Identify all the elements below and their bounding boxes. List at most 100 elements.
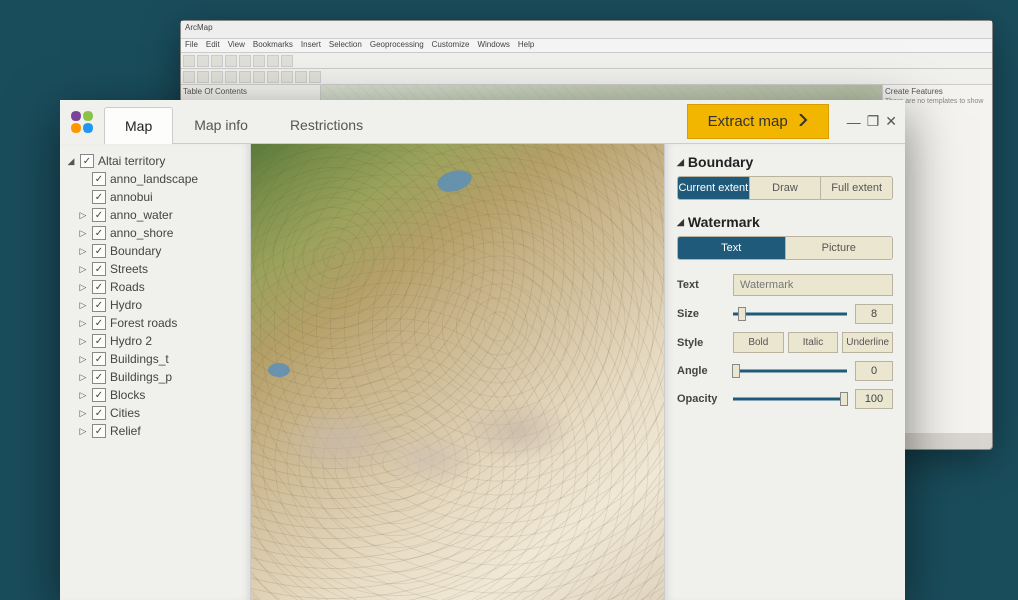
menu-windows[interactable]: Windows: [477, 40, 509, 51]
size-value[interactable]: 8: [855, 304, 893, 324]
map-preview[interactable]: [250, 144, 665, 600]
toolbar-button[interactable]: [197, 55, 209, 67]
opacity-value[interactable]: 100: [855, 389, 893, 409]
tree-item[interactable]: ▷✓Blocks: [64, 386, 246, 404]
angle-value[interactable]: 0: [855, 361, 893, 381]
expand-icon[interactable]: ▷: [78, 228, 88, 239]
checkbox[interactable]: ✓: [92, 370, 106, 384]
tree-item[interactable]: ▷✓anno_shore: [64, 224, 246, 242]
checkbox[interactable]: ✓: [80, 154, 94, 168]
expand-icon[interactable]: ▷: [78, 246, 88, 257]
tree-root[interactable]: ◢ ✓ Altai territory: [64, 152, 246, 170]
maximize-icon[interactable]: ❐: [867, 113, 880, 130]
expand-icon[interactable]: ▷: [78, 282, 88, 293]
toolbar-button[interactable]: [309, 71, 321, 83]
toolbar-button[interactable]: [267, 55, 279, 67]
toolbar-button[interactable]: [197, 71, 209, 83]
menu-selection[interactable]: Selection: [329, 40, 362, 51]
tree-item[interactable]: ✓ anno_landscape: [64, 170, 246, 188]
checkbox[interactable]: ✓: [92, 172, 106, 186]
expand-icon[interactable]: ▷: [78, 354, 88, 365]
tree-item[interactable]: ▷✓Cities: [64, 404, 246, 422]
checkbox[interactable]: ✓: [92, 226, 106, 240]
expand-icon[interactable]: ▷: [78, 318, 88, 329]
style-italic[interactable]: Italic: [788, 332, 839, 353]
toolbar-button[interactable]: [281, 55, 293, 67]
opacity-slider[interactable]: [733, 391, 847, 407]
menu-bookmarks[interactable]: Bookmarks: [253, 40, 293, 51]
style-bold[interactable]: Bold: [733, 332, 784, 353]
tab-map[interactable]: Map: [104, 107, 173, 144]
checkbox[interactable]: ✓: [92, 424, 106, 438]
expand-icon[interactable]: ▷: [78, 390, 88, 401]
extract-map-button[interactable]: Extract map: [687, 104, 829, 139]
boundary-current-extent[interactable]: Current extent: [678, 177, 749, 199]
toolbar-button[interactable]: [211, 55, 223, 67]
checkbox[interactable]: ✓: [92, 262, 106, 276]
expand-icon[interactable]: ▷: [78, 426, 88, 437]
watermark-section-header[interactable]: ◢ Watermark: [677, 214, 893, 230]
expand-icon[interactable]: ▷: [78, 408, 88, 419]
watermark-text-input[interactable]: [733, 274, 893, 296]
expand-icon[interactable]: ▷: [78, 300, 88, 311]
checkbox[interactable]: ✓: [92, 406, 106, 420]
toolbar-button[interactable]: [239, 71, 251, 83]
tab-restrictions[interactable]: Restrictions: [269, 106, 384, 143]
collapse-icon[interactable]: ◢: [66, 156, 76, 167]
toolbar-button[interactable]: [267, 71, 279, 83]
tree-item[interactable]: ▷✓Buildings_p: [64, 368, 246, 386]
menu-file[interactable]: File: [185, 40, 198, 51]
checkbox[interactable]: ✓: [92, 280, 106, 294]
tree-item[interactable]: ✓ annobui: [64, 188, 246, 206]
checkbox[interactable]: ✓: [92, 190, 106, 204]
checkbox[interactable]: ✓: [92, 352, 106, 366]
boundary-full-extent[interactable]: Full extent: [820, 177, 892, 199]
checkbox[interactable]: ✓: [92, 316, 106, 330]
boundary-draw[interactable]: Draw: [749, 177, 821, 199]
checkbox[interactable]: ✓: [92, 334, 106, 348]
toolbar-button[interactable]: [183, 71, 195, 83]
expand-icon[interactable]: ▷: [78, 210, 88, 221]
tree-item[interactable]: ▷✓anno_water: [64, 206, 246, 224]
close-icon[interactable]: ✕: [885, 113, 897, 130]
toolbar-button[interactable]: [211, 71, 223, 83]
expand-icon[interactable]: ▷: [78, 336, 88, 347]
toolbar-button[interactable]: [225, 71, 237, 83]
boundary-section-header[interactable]: ◢ Boundary: [677, 154, 893, 170]
toolbar-button[interactable]: [183, 55, 195, 67]
style-underline[interactable]: Underline: [842, 332, 893, 353]
toolbar-button[interactable]: [253, 71, 265, 83]
menu-geoprocessing[interactable]: Geoprocessing: [370, 40, 424, 51]
tree-item[interactable]: ▷✓Roads: [64, 278, 246, 296]
tree-item[interactable]: ▷✓Buildings_t: [64, 350, 246, 368]
size-slider[interactable]: [733, 306, 847, 322]
watermark-tab-text[interactable]: Text: [678, 237, 785, 259]
minimize-icon[interactable]: —: [847, 114, 861, 130]
checkbox[interactable]: ✓: [92, 208, 106, 222]
toolbar-button[interactable]: [239, 55, 251, 67]
tab-map-info[interactable]: Map info: [173, 106, 269, 143]
toolbar-button[interactable]: [295, 71, 307, 83]
tree-item[interactable]: ▷✓Forest roads: [64, 314, 246, 332]
tree-item[interactable]: ▷✓Streets: [64, 260, 246, 278]
expand-icon[interactable]: ▷: [78, 264, 88, 275]
checkbox[interactable]: ✓: [92, 388, 106, 402]
tree-item[interactable]: ▷✓Boundary: [64, 242, 246, 260]
toolbar-button[interactable]: [225, 55, 237, 67]
toolbar-button[interactable]: [253, 55, 265, 67]
expand-icon[interactable]: ▷: [78, 372, 88, 383]
menu-view[interactable]: View: [228, 40, 245, 51]
menu-help[interactable]: Help: [518, 40, 534, 51]
menu-edit[interactable]: Edit: [206, 40, 220, 51]
tree-item[interactable]: ▷✓Relief: [64, 422, 246, 440]
toolbar-button[interactable]: [281, 71, 293, 83]
menu-insert[interactable]: Insert: [301, 40, 321, 51]
watermark-tabs: Text Picture: [677, 236, 893, 260]
menu-customize[interactable]: Customize: [432, 40, 470, 51]
tree-item[interactable]: ▷✓Hydro: [64, 296, 246, 314]
checkbox[interactable]: ✓: [92, 244, 106, 258]
checkbox[interactable]: ✓: [92, 298, 106, 312]
watermark-tab-picture[interactable]: Picture: [785, 237, 893, 259]
angle-slider[interactable]: [733, 363, 847, 379]
tree-item[interactable]: ▷✓Hydro 2: [64, 332, 246, 350]
